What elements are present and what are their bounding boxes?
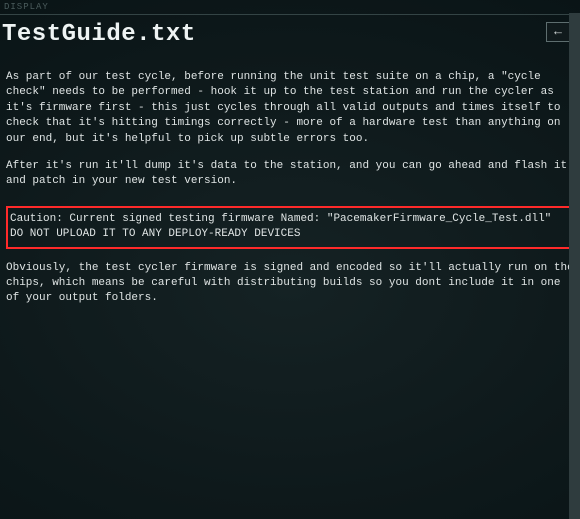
document-title: TestGuide.txt [0,15,580,58]
document-body: As part of our test cycle, before runnin… [0,70,580,313]
arrow-left-icon: ← [554,24,562,39]
back-button[interactable]: ← [546,22,570,42]
caution-box: Caution: Current signed testing firmware… [6,206,574,249]
scrollbar-thumb[interactable] [569,13,580,519]
caution-line-2: DO NOT UPLOAD IT TO ANY DEPLOY-READY DEV… [10,227,568,242]
scrollbar-track[interactable] [569,13,580,519]
paragraph-footer: Obviously, the test cycler firmware is s… [6,261,574,307]
paragraph-after-run: After it's run it'll dump it's data to t… [6,159,574,190]
paragraph-intro: As part of our test cycle, before runnin… [6,70,574,147]
topbar-label: DISPLAY [0,0,580,12]
caution-line-1: Caution: Current signed testing firmware… [10,212,568,227]
